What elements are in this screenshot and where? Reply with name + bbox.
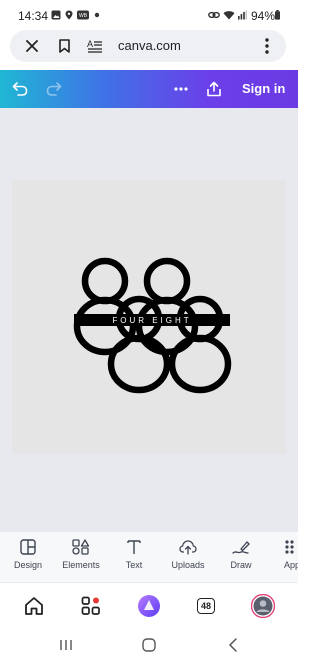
tool-design-label: Design — [13, 560, 42, 570]
recent-apps-icon — [60, 640, 72, 650]
status-time: 14:34 — [18, 9, 49, 23]
battery-percent: 94% — [251, 9, 276, 23]
home-icon — [25, 597, 43, 615]
tool-elements-label: Elements — [62, 560, 100, 570]
tool-uploads[interactable]: Uploads — [160, 532, 216, 582]
canvas-area[interactable]: FOUR EIGHT — [0, 108, 298, 532]
status-bar: 14:34 WB 94% — [0, 0, 298, 30]
battery-icon — [275, 10, 280, 20]
back-icon — [229, 638, 237, 652]
uploads-icon — [179, 540, 197, 555]
bookmark-icon — [58, 39, 70, 53]
dot-icon — [94, 12, 100, 18]
editor-tools-bar: Design Elements Text Uploads Draw App — [0, 532, 298, 582]
tabs-icon: 48 — [197, 598, 215, 614]
home-circle-icon — [142, 638, 156, 652]
logo-eight-top-left-upper — [81, 257, 129, 305]
signal-icon — [238, 10, 247, 20]
location-icon — [65, 10, 73, 20]
alice-icon — [138, 595, 160, 617]
close-icon — [26, 40, 38, 52]
redo-icon — [46, 82, 62, 96]
tool-text[interactable]: Text — [106, 532, 162, 582]
system-nav-bar — [0, 628, 298, 662]
apps-icon — [285, 540, 294, 554]
gallery-icon — [51, 10, 61, 20]
address-bar[interactable]: A canva.com — [10, 30, 286, 62]
more-options-button[interactable] — [168, 70, 194, 108]
tool-design[interactable]: Design — [0, 532, 56, 582]
four-eight-logo[interactable]: FOUR EIGHT — [12, 180, 286, 454]
redo-button[interactable] — [40, 70, 68, 108]
home-button[interactable] — [14, 583, 54, 629]
services-button[interactable] — [71, 583, 111, 629]
link-icon — [208, 11, 220, 19]
reader-mode-icon: A — [87, 39, 102, 53]
more-horizontal-icon — [174, 87, 188, 91]
logo-eight-bottom-left-lower — [107, 334, 171, 394]
reader-mode-button[interactable]: A — [81, 30, 109, 62]
logo-eight-bottom-right-lower — [168, 334, 232, 394]
editor-toolbar: Sign in — [0, 70, 298, 108]
recent-apps-button[interactable] — [46, 628, 86, 662]
profile-button[interactable] — [243, 583, 283, 629]
browser-menu-button[interactable] — [256, 30, 278, 62]
design-icon — [20, 539, 36, 555]
share-button[interactable] — [201, 70, 227, 108]
tool-uploads-label: Uploads — [171, 560, 205, 570]
text-icon — [127, 540, 141, 554]
tool-text-label: Text — [125, 560, 143, 570]
services-icon — [81, 596, 100, 615]
draw-icon — [232, 541, 250, 554]
undo-button[interactable] — [6, 70, 34, 108]
tabs-button[interactable]: 48 — [186, 583, 226, 629]
home-system-button[interactable] — [129, 628, 169, 662]
tool-apps-label: App — [284, 560, 298, 570]
back-button[interactable] — [213, 628, 253, 662]
share-icon — [207, 81, 221, 97]
logo-text: FOUR EIGHT — [112, 316, 191, 325]
logo-eight-top-right-upper — [143, 257, 191, 305]
alice-button[interactable] — [129, 583, 169, 629]
svg-text:A: A — [87, 39, 93, 49]
elements-icon — [72, 539, 90, 555]
undo-icon — [12, 82, 28, 96]
tool-elements[interactable]: Elements — [53, 532, 109, 582]
url-text[interactable]: canva.com — [118, 38, 181, 53]
wb-icon: WB — [77, 10, 89, 20]
close-button[interactable] — [18, 30, 46, 62]
browser-bottom-nav: 48 — [0, 582, 298, 628]
more-vertical-icon — [265, 38, 269, 54]
svg-text:WB: WB — [79, 13, 88, 19]
sign-in-button[interactable]: Sign in — [242, 81, 285, 96]
tool-draw-label: Draw — [230, 560, 252, 570]
tool-draw[interactable]: Draw — [213, 532, 269, 582]
bookmark-button[interactable] — [50, 30, 78, 62]
tool-apps[interactable]: App — [266, 532, 298, 582]
wifi-icon — [223, 11, 235, 20]
design-page[interactable]: FOUR EIGHT — [12, 180, 286, 454]
profile-avatar — [251, 594, 275, 618]
